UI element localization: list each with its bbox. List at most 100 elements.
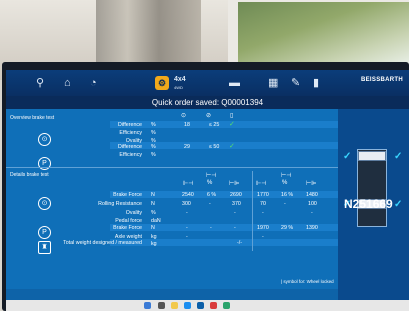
table-cell: -: [284, 201, 286, 207]
row-label: Efficiency: [119, 152, 142, 158]
row-label: Efficiency: [119, 130, 142, 136]
table-cell: -/-: [237, 240, 242, 246]
pass-check-icon: ✓: [229, 143, 235, 150]
front-axle-box: [358, 151, 386, 161]
table-cell: 300: [182, 201, 191, 207]
right-wheel-icon: ⊢⊫: [229, 181, 240, 187]
table-cell: 70: [260, 201, 266, 207]
table-cell: 1390: [306, 225, 318, 231]
table-cell: -: [262, 234, 264, 240]
table-cell: -: [234, 210, 236, 216]
top-toolbar: ⚲ ⌂ ◔ ⚙ 4x4 4WD ▬ ▦ ✎ ▮ BEISSBARTH: [6, 70, 409, 96]
brand-logo: BEISSBARTH: [360, 77, 403, 83]
bed-icon-2[interactable]: ▬: [229, 76, 240, 90]
row-label: Total weight designed / measured: [63, 240, 142, 246]
row-unit: %: [151, 210, 156, 216]
search-icon[interactable]: [158, 302, 165, 309]
col-header-2: ⊘: [206, 113, 212, 119]
row-label: Ovality: [125, 210, 142, 216]
grid-icon[interactable]: ▦: [268, 76, 278, 90]
folder-icon[interactable]: [171, 302, 178, 309]
row-highlight: [110, 121, 338, 128]
table-cell: -: [210, 225, 212, 231]
row-unit: N: [151, 225, 155, 231]
table-cell: -: [209, 201, 211, 207]
table-cell: 6 %: [207, 192, 217, 198]
results-panel: Overview brake test ⊙ P ⊙ ⊘ ▯ Difference…: [6, 109, 338, 289]
table-cell: -: [311, 210, 313, 216]
car-icon[interactable]: ⚲: [36, 76, 44, 90]
table-cell: 2690: [230, 192, 242, 198]
table-cell: 100: [308, 201, 317, 207]
row-unit: %: [151, 144, 156, 150]
section-divider: [6, 167, 338, 168]
gauge-icon[interactable]: ◔: [90, 76, 97, 90]
section-title-overview: Overview brake test: [10, 115, 55, 121]
row-unit: daN: [151, 218, 161, 224]
edit-icon[interactable]: ✎: [291, 76, 300, 90]
license-plate: N251669: [344, 197, 393, 211]
parking-brake-icon: P: [38, 157, 51, 170]
col-header-1: ⊙: [181, 113, 187, 119]
row-label: Rolling Resistance: [98, 201, 142, 207]
row-label: Difference: [117, 144, 142, 150]
phone-icon[interactable]: ▮: [313, 76, 319, 90]
row-unit: kg: [151, 241, 157, 247]
quick-order-status: Quick order saved: Q00001394: [6, 96, 409, 109]
table-cell: 1480: [306, 192, 318, 198]
brake-disc-icon: ⊙: [38, 197, 51, 210]
row-highlight: [110, 142, 338, 149]
browser-icon[interactable]: [184, 302, 191, 309]
windows-start-icon[interactable]: [144, 302, 151, 309]
row-unit: %: [151, 122, 156, 128]
section-title-details: Details brake test: [10, 172, 49, 178]
background-stone: [96, 0, 201, 70]
limit-cell: ≤ 50: [209, 144, 220, 150]
table-cell: 2540: [182, 192, 194, 198]
row-label: Pedal force: [115, 218, 142, 224]
row-unit: N: [151, 201, 155, 207]
table-cell: -: [186, 210, 188, 216]
limit-cell: ≤ 25: [209, 122, 220, 128]
value-cell: 29: [184, 144, 190, 150]
bed-icon[interactable]: ⌂: [64, 76, 71, 90]
value-cell: 18: [184, 122, 190, 128]
photo-scene: ⚲ ⌂ ◔ ⚙ 4x4 4WD ▬ ▦ ✎ ▮ BEISSBARTH Quick…: [0, 0, 409, 311]
table-cell: -: [186, 234, 188, 240]
row-unit: %: [151, 152, 156, 158]
app-icon[interactable]: [210, 302, 217, 309]
pass-check-icon: ✓: [229, 121, 235, 128]
parking-brake-icon: P: [38, 226, 51, 239]
left-wheel-icon: ⊩⊣: [183, 181, 194, 187]
background-window: [238, 2, 409, 64]
row-highlight: [110, 239, 338, 246]
front-right-check-icon: ✓: [394, 151, 403, 162]
wheel-locked-note: | symbol for: Wheel locked: [281, 279, 334, 284]
percent-icon: %: [207, 180, 213, 186]
table-cell: 29 %: [281, 225, 294, 231]
row-unit: kg: [151, 234, 157, 240]
column-divider: [252, 171, 253, 251]
right-wheel-icon: ⊢⊫: [306, 181, 317, 187]
row-label: Difference: [117, 122, 142, 128]
table-cell: 16 %: [281, 192, 294, 198]
table-cell: -: [262, 210, 264, 216]
percent-icon: %: [282, 180, 288, 186]
taskbar: [6, 300, 409, 311]
front-left-check-icon: ✓: [343, 151, 352, 162]
row-highlight: [110, 224, 338, 231]
table-cell: -: [186, 225, 188, 231]
table-cell: 1970: [257, 225, 269, 231]
brake-disc-icon: ⊙: [38, 133, 51, 146]
table-cell: 370: [232, 201, 241, 207]
app-icon[interactable]: [197, 302, 204, 309]
col-header-3: ▯: [230, 113, 234, 119]
row-unit: %: [151, 130, 156, 136]
wrench-icon[interactable]: ⚙: [155, 76, 169, 90]
app-icon[interactable]: [223, 302, 230, 309]
table-cell: 1770: [257, 192, 269, 198]
axle-front-icon: ⊢⊣: [206, 173, 217, 179]
table-cell: -: [234, 225, 236, 231]
left-wheel-icon: ⊩⊣: [256, 181, 267, 187]
app-screen: ⚲ ⌂ ◔ ⚙ 4x4 4WD ▬ ▦ ✎ ▮ BEISSBARTH Quick…: [6, 70, 409, 300]
